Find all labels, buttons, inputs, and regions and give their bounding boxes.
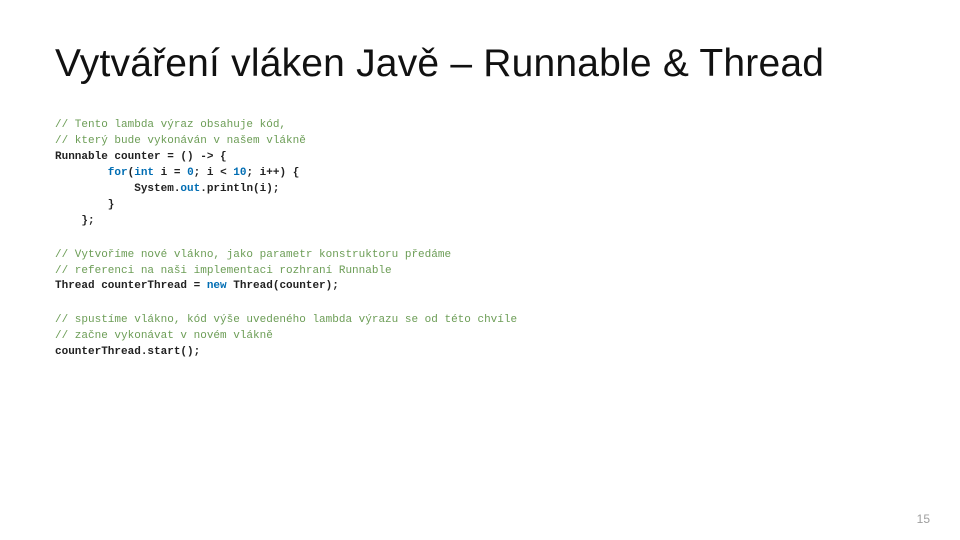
code-comment: // referenci na naši implementaci rozhra… [55, 265, 392, 277]
page-number: 15 [917, 512, 930, 526]
code-comment: // spustíme vlákno, kód výše uvedeného l… [55, 314, 517, 326]
code-block-1: // Tento lambda výraz obsahuje kód, // k… [55, 118, 905, 230]
code-ident: out [180, 183, 200, 195]
code-keyword: new [207, 280, 227, 292]
code-text: }; [55, 215, 95, 227]
code-comment: // který bude vykonáván v našem vlákně [55, 135, 306, 147]
code-comment: // Tento lambda výraz obsahuje kód, [55, 119, 286, 131]
code-block-3: // spustíme vlákno, kód výše uvedeného l… [55, 313, 905, 361]
code-text: counterThread.start(); [55, 346, 200, 358]
slide: Vytváření vláken Javě – Runnable & Threa… [0, 0, 960, 540]
code-text: } [55, 199, 114, 211]
code-text: ; i++) { [246, 167, 299, 179]
code-text: i = [154, 167, 187, 179]
code-comment: // Vytvoříme nové vlákno, jako parametr … [55, 249, 451, 261]
code-text: Thread(counter); [227, 280, 339, 292]
code-keyword: for [55, 167, 128, 179]
code-keyword: int [134, 167, 154, 179]
code-text: ; i < [194, 167, 234, 179]
code-text: .println(i); [200, 183, 279, 195]
code-text: System. [55, 183, 180, 195]
code-block-2: // Vytvoříme nové vlákno, jako parametr … [55, 248, 905, 296]
code-number: 10 [233, 167, 246, 179]
code-number: 0 [187, 167, 194, 179]
page-title: Vytváření vláken Javě – Runnable & Threa… [55, 42, 905, 86]
code-comment: // začne vykonávat v novém vlákně [55, 330, 273, 342]
code-text: Thread counterThread = [55, 280, 207, 292]
code-line: Runnable counter = () -> { [55, 151, 227, 163]
